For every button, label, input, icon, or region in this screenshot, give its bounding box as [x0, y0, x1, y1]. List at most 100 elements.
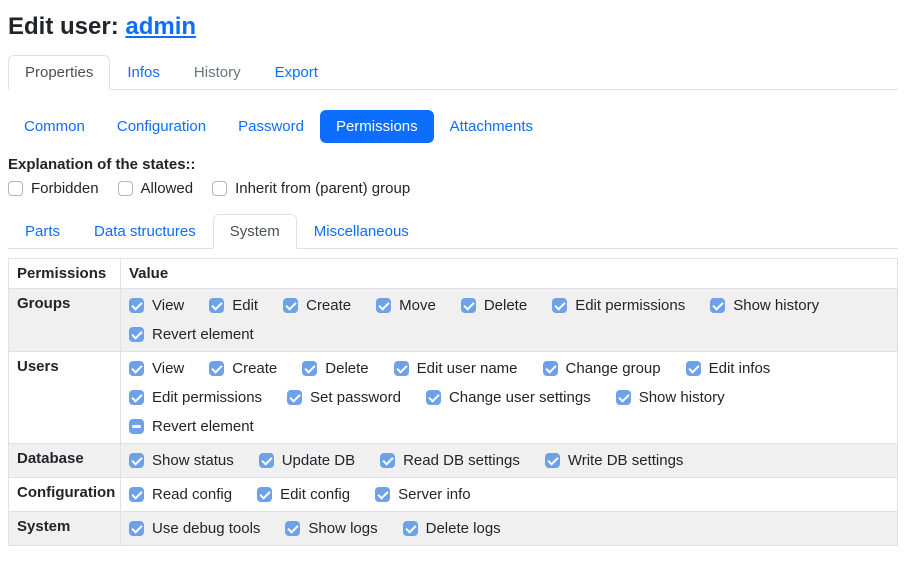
- checkbox-indeterminate-icon[interactable]: [129, 419, 144, 434]
- permission-label: Edit infos: [709, 360, 771, 377]
- tab-system[interactable]: System: [213, 214, 297, 249]
- checkbox-checked-icon[interactable]: [129, 453, 144, 468]
- checkbox-checked-icon[interactable]: [129, 487, 144, 502]
- tab-export[interactable]: Export: [258, 55, 335, 90]
- permission-checkbox-item[interactable]: View: [129, 360, 184, 377]
- permission-checkbox-item[interactable]: Show logs: [285, 520, 377, 537]
- checkbox-checked-icon[interactable]: [129, 298, 144, 313]
- checkbox-checked-icon[interactable]: [302, 361, 317, 376]
- checkbox-checked-icon[interactable]: [710, 298, 725, 313]
- permission-label: Edit: [232, 297, 258, 314]
- permission-checkbox-item[interactable]: Change user settings: [426, 389, 591, 406]
- permission-label: Show logs: [308, 520, 377, 537]
- checkbox-unchecked-icon[interactable]: [212, 181, 227, 196]
- tab-data-structures[interactable]: Data structures: [77, 214, 213, 249]
- permission-checkbox-item[interactable]: Change group: [543, 360, 661, 377]
- permission-checkbox-item[interactable]: Edit: [209, 297, 258, 314]
- checkbox-checked-icon[interactable]: [283, 298, 298, 313]
- table-row: ConfigurationRead configEdit configServe…: [9, 477, 898, 511]
- checkbox-unchecked-icon[interactable]: [118, 181, 133, 196]
- permission-checkbox-item[interactable]: Delete logs: [403, 520, 501, 537]
- subtab-configuration[interactable]: Configuration: [101, 110, 222, 143]
- permission-checkbox-item[interactable]: Set password: [287, 389, 401, 406]
- page-title: Edit user: admin: [8, 13, 898, 42]
- checkbox-checked-icon[interactable]: [403, 521, 418, 536]
- permission-checkbox-item[interactable]: Edit permissions: [129, 389, 262, 406]
- permission-label: Edit user name: [417, 360, 518, 377]
- table-row: GroupsViewEditCreateMoveDeleteEdit permi…: [9, 288, 898, 351]
- checkbox-checked-icon[interactable]: [285, 521, 300, 536]
- checkbox-checked-icon[interactable]: [543, 361, 558, 376]
- permission-checkbox-item[interactable]: Edit user name: [394, 360, 518, 377]
- checkbox-checked-icon[interactable]: [380, 453, 395, 468]
- checkbox-checked-icon[interactable]: [129, 390, 144, 405]
- permission-checkbox-item[interactable]: Write DB settings: [545, 452, 684, 469]
- permission-label: Show status: [152, 452, 234, 469]
- permission-checkbox-item[interactable]: Revert element: [129, 418, 254, 435]
- permission-checkbox-item[interactable]: Read config: [129, 486, 232, 503]
- subtab-attachments[interactable]: Attachments: [434, 110, 549, 143]
- permissions-table: Permissions Value GroupsViewEditCreateMo…: [8, 258, 898, 546]
- edited-user-link[interactable]: admin: [125, 13, 196, 40]
- permission-category-label: Users: [9, 351, 121, 443]
- permission-checkbox-item[interactable]: Show status: [129, 452, 234, 469]
- checkbox-checked-icon[interactable]: [257, 487, 272, 502]
- permission-checkbox-item[interactable]: Use debug tools: [129, 520, 260, 537]
- legend-checkbox-inherit[interactable]: Inherit from (parent) group: [212, 180, 410, 197]
- subtab-password[interactable]: Password: [222, 110, 320, 143]
- permission-label: Edit config: [280, 486, 350, 503]
- permission-checkbox-item[interactable]: Delete: [302, 360, 368, 377]
- checkbox-unchecked-icon[interactable]: [8, 181, 23, 196]
- checkbox-checked-icon[interactable]: [426, 390, 441, 405]
- tab-miscellaneous[interactable]: Miscellaneous: [297, 214, 426, 249]
- checkbox-checked-icon[interactable]: [209, 298, 224, 313]
- table-row: DatabaseShow statusUpdate DBRead DB sett…: [9, 443, 898, 477]
- permission-checkbox-item[interactable]: Update DB: [259, 452, 355, 469]
- tab-parts[interactable]: Parts: [8, 214, 77, 249]
- checkbox-checked-icon[interactable]: [129, 327, 144, 342]
- checkbox-checked-icon[interactable]: [552, 298, 567, 313]
- checkbox-checked-icon[interactable]: [376, 298, 391, 313]
- checkbox-checked-icon[interactable]: [129, 361, 144, 376]
- checkbox-checked-icon[interactable]: [375, 487, 390, 502]
- permission-checkbox-item[interactable]: Move: [376, 297, 436, 314]
- permission-checkbox-item[interactable]: Delete: [461, 297, 527, 314]
- checkbox-checked-icon[interactable]: [616, 390, 631, 405]
- permission-checkbox-item[interactable]: Server info: [375, 486, 471, 503]
- checkbox-checked-icon[interactable]: [287, 390, 302, 405]
- permission-checkbox-item[interactable]: Create: [209, 360, 277, 377]
- subtab-permissions[interactable]: Permissions: [320, 110, 434, 143]
- permission-checkbox-item[interactable]: Read DB settings: [380, 452, 520, 469]
- tab-infos[interactable]: Infos: [110, 55, 177, 90]
- permission-checkbox-item[interactable]: Show history: [710, 297, 819, 314]
- permission-label: Server info: [398, 486, 471, 503]
- tab-properties[interactable]: Properties: [8, 55, 110, 90]
- checkbox-line: Revert element: [129, 324, 889, 345]
- permission-checkbox-item[interactable]: Edit permissions: [552, 297, 685, 314]
- permission-checkbox-item[interactable]: Edit infos: [686, 360, 771, 377]
- checkbox-checked-icon[interactable]: [209, 361, 224, 376]
- tab-history[interactable]: History: [177, 55, 258, 90]
- checkbox-checked-icon[interactable]: [394, 361, 409, 376]
- permission-checkbox-item[interactable]: Create: [283, 297, 351, 314]
- permission-label: Create: [232, 360, 277, 377]
- legend-checkbox-forbidden[interactable]: Forbidden: [8, 180, 99, 197]
- subtab-common[interactable]: Common: [8, 110, 101, 143]
- legend-checkbox-allowed[interactable]: Allowed: [118, 180, 194, 197]
- legend-label: Allowed: [141, 180, 194, 197]
- checkbox-checked-icon[interactable]: [129, 521, 144, 536]
- table-row: Users View Create Delete Edit user name Chang…: [9, 351, 898, 443]
- checkbox-checked-icon[interactable]: [545, 453, 560, 468]
- permission-label: Use debug tools: [152, 520, 260, 537]
- checkbox-checked-icon[interactable]: [461, 298, 476, 313]
- permission-label: Delete logs: [426, 520, 501, 537]
- permission-label: View: [152, 360, 184, 377]
- permission-checkbox-item[interactable]: View: [129, 297, 184, 314]
- permission-checkbox-item[interactable]: Show history: [616, 389, 725, 406]
- permission-checkbox-item[interactable]: Edit config: [257, 486, 350, 503]
- permission-checkbox-item[interactable]: Revert element: [129, 326, 254, 343]
- permission-value-cell: Show status Update DB Read DB settings Writ…: [121, 443, 898, 477]
- checkbox-checked-icon[interactable]: [259, 453, 274, 468]
- permission-label: Read config: [152, 486, 232, 503]
- checkbox-checked-icon[interactable]: [686, 361, 701, 376]
